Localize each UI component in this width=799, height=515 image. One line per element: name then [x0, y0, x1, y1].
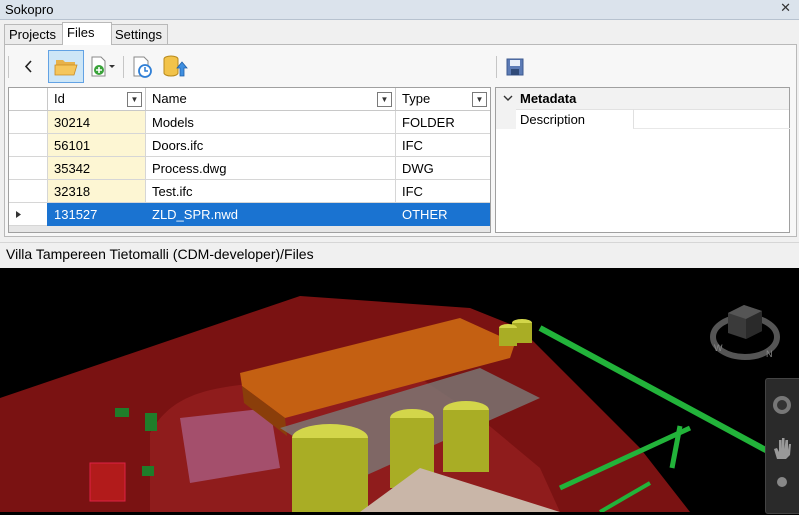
save-button[interactable] — [504, 50, 528, 83]
tab-settings[interactable]: Settings — [110, 24, 168, 44]
pan-button[interactable] — [770, 435, 794, 461]
save-icon — [506, 58, 524, 76]
database-upload-icon — [163, 55, 188, 77]
current-row-indicator-icon — [16, 211, 21, 218]
svg-text:W: W — [714, 343, 723, 353]
view-cube[interactable]: W N — [706, 293, 784, 365]
column-type-label: Type — [402, 91, 431, 106]
table-header: Id ▼ Name ▼ Type ▼ — [9, 88, 490, 111]
history-button[interactable] — [129, 50, 157, 83]
3d-viewport[interactable]: W N — [0, 268, 799, 514]
toolbar-separator — [8, 56, 9, 78]
cell-type: FOLDER — [395, 111, 490, 134]
tab-projects[interactable]: Projects — [4, 24, 64, 44]
collapse-icon[interactable] — [498, 88, 518, 109]
property-label: Description — [520, 112, 586, 127]
toolbar-separator — [123, 56, 124, 78]
navigation-bar — [765, 378, 799, 514]
cell-name: Models — [145, 111, 395, 134]
orbit-button[interactable] — [770, 393, 794, 417]
cell-name: ZLD_SPR.nwd — [145, 203, 395, 226]
cell-type: IFC — [395, 180, 490, 203]
add-file-icon — [91, 56, 115, 77]
chevron-left-icon — [24, 60, 32, 73]
folder-open-icon — [54, 60, 78, 76]
row-header[interactable] — [9, 203, 47, 226]
column-name-label: Name — [152, 91, 187, 106]
tab-files[interactable]: Files — [62, 22, 112, 45]
filter-dropdown-icon[interactable]: ▼ — [377, 92, 392, 107]
column-header-id[interactable]: Id ▼ — [47, 88, 145, 110]
properties-grid: Metadata Description — [495, 87, 790, 233]
tab-files-label: Files — [67, 25, 95, 40]
cell-type: DWG — [395, 157, 490, 180]
table-row-selected[interactable]: 131527 ZLD_SPR.nwd OTHER — [9, 203, 490, 226]
status-path: Villa Tampereen Tietomalli (CDM-develope… — [6, 246, 314, 262]
cell-type: OTHER — [395, 203, 490, 226]
cell-id: 131527 — [47, 203, 145, 226]
filter-dropdown-icon[interactable]: ▼ — [472, 92, 487, 107]
property-margin — [496, 109, 516, 129]
filter-dropdown-icon[interactable]: ▼ — [127, 92, 142, 107]
zoom-indicator-icon[interactable] — [777, 477, 787, 487]
table-row[interactable]: 32318 Test.ifc IFC — [9, 180, 490, 203]
cell-name: Doors.ifc — [145, 134, 395, 157]
back-button[interactable] — [18, 50, 40, 83]
metadata-category[interactable]: Metadata — [496, 88, 789, 110]
cell-id: 30214 — [47, 111, 145, 134]
title-bar: Sokopro ✕ — [0, 0, 799, 20]
3d-model-render — [0, 268, 799, 514]
toolbar-separator — [496, 56, 497, 78]
orbit-icon — [773, 396, 791, 414]
upload-button[interactable] — [160, 50, 188, 83]
hand-icon — [774, 438, 791, 459]
category-label: Metadata — [520, 91, 577, 106]
row-header[interactable] — [9, 111, 47, 134]
open-folder-button[interactable] — [48, 50, 84, 83]
column-header-name[interactable]: Name ▼ — [145, 88, 395, 110]
close-icon[interactable]: ✕ — [780, 0, 791, 16]
cell-type: IFC — [395, 134, 490, 157]
cell-id: 32318 — [47, 180, 145, 203]
row-header[interactable] — [9, 157, 47, 180]
horizontal-scrollbar[interactable] — [9, 226, 490, 232]
view-cube-icon: W N — [710, 305, 780, 360]
row-header[interactable] — [9, 134, 47, 157]
cell-id: 35342 — [47, 157, 145, 180]
row-header[interactable] — [9, 180, 47, 203]
column-header-type[interactable]: Type ▼ — [395, 88, 490, 110]
tab-settings-label: Settings — [115, 27, 162, 42]
property-row: Description — [496, 109, 790, 129]
files-table: Id ▼ Name ▼ Type ▼ 30214 Models FOLDER 5610… — [8, 87, 491, 233]
add-file-button[interactable] — [88, 50, 118, 83]
table-row[interactable]: 56101 Doors.ifc IFC — [9, 134, 490, 157]
table-row[interactable]: 30214 Models FOLDER — [9, 111, 490, 134]
description-value-field[interactable] — [633, 109, 790, 129]
column-id-label: Id — [54, 91, 65, 106]
cell-name: Test.ifc — [145, 180, 395, 203]
svg-text:N: N — [766, 349, 773, 359]
table-row[interactable]: 35342 Process.dwg DWG — [9, 157, 490, 180]
cell-id: 56101 — [47, 134, 145, 157]
tab-projects-label: Projects — [9, 27, 56, 42]
window-title: Sokopro — [5, 2, 54, 17]
history-icon — [133, 56, 152, 78]
sokopro-panel: Sokopro ✕ Projects Files Settings Id ▼ N… — [0, 0, 799, 268]
status-bar: Villa Tampereen Tietomalli (CDM-develope… — [0, 242, 799, 268]
cell-name: Process.dwg — [145, 157, 395, 180]
